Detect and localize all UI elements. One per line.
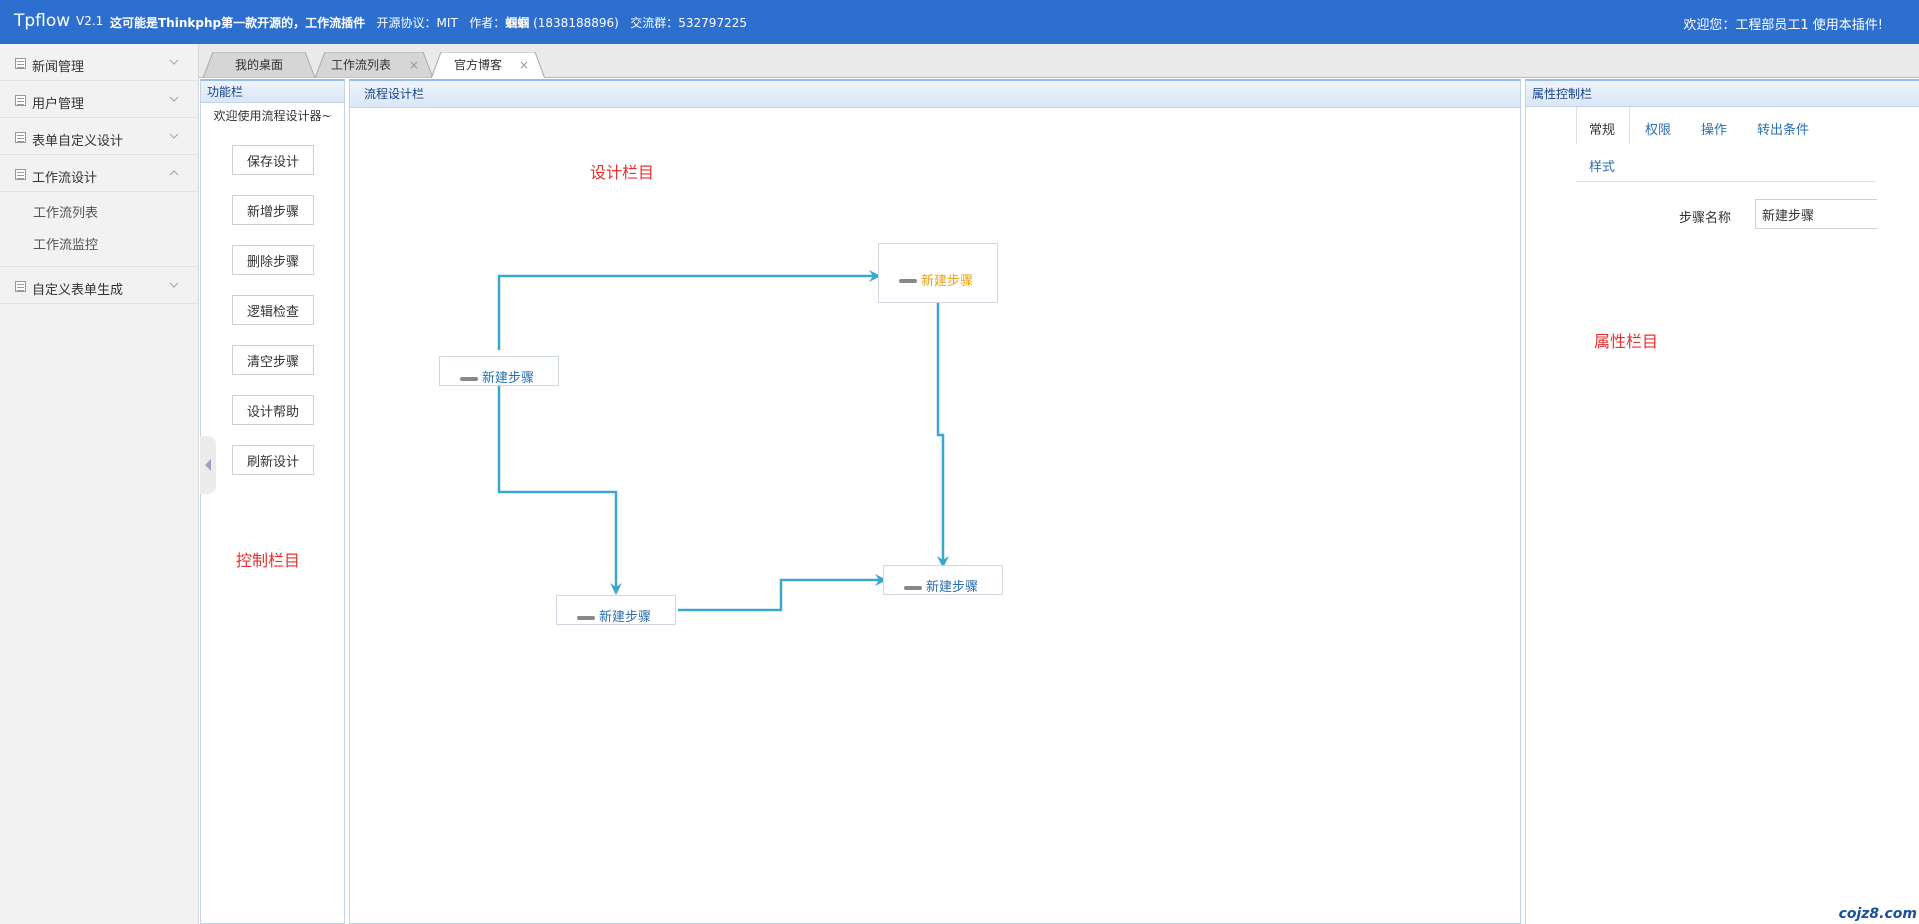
add-step-button[interactable]: 新增步骤 <box>232 195 314 225</box>
group-info: 交流群：532797225 <box>630 16 747 30</box>
chevron-down-icon <box>168 56 180 68</box>
tab-label: 工作流列表 <box>330 58 391 72</box>
workflow-step-selected[interactable]: 新建步骤 <box>878 243 998 303</box>
clear-steps-button[interactable]: 清空步骤 <box>232 345 314 375</box>
property-tabs: 常规 权限 操作 转出条件 样式 <box>1576 107 1876 182</box>
sidebar-item-workflow-design[interactable]: 工作流设计 <box>0 155 198 192</box>
refresh-design-button[interactable]: 刷新设计 <box>232 445 314 475</box>
property-panel-title: 属性控制栏 <box>1526 81 1919 107</box>
function-panel-title: 功能栏 <box>201 81 344 103</box>
sidebar-item-label: 工作流设计 <box>32 171 98 186</box>
chevron-down-icon <box>168 130 180 142</box>
close-icon[interactable]: × <box>519 52 529 78</box>
sidebar-item-users[interactable]: 用户管理 <box>0 81 198 118</box>
document-icon <box>15 132 26 143</box>
header-info: 这可能是Thinkphp第一款开源的，工作流插件 开源协议：MIT 作者：蝈蝈 … <box>110 14 747 31</box>
workflow-submenu: 工作流列表 工作流监控 <box>0 192 198 267</box>
tab-official-blog[interactable]: 官方博客 × <box>431 52 545 78</box>
connector-line <box>936 301 949 568</box>
sidebar-item-label: 用户管理 <box>32 97 85 112</box>
delete-step-button[interactable]: 删除步骤 <box>232 245 314 275</box>
close-icon[interactable]: × <box>409 52 419 78</box>
document-icon <box>15 95 26 106</box>
step-name-label: 步骤名称 <box>1679 211 1732 226</box>
sidebar-item-news[interactable]: 新闻管理 <box>0 44 198 81</box>
document-icon <box>15 281 26 292</box>
logic-check-button[interactable]: 逻辑检查 <box>232 295 314 325</box>
connector-line <box>678 574 887 612</box>
connector-layer <box>497 270 949 612</box>
sidebar: 新闻管理 用户管理 表单自定义设计 工作流设计 工作流列表 工作流监控 自定义表… <box>0 44 199 924</box>
function-panel: 功能栏 欢迎使用流程设计器~ 保存设计 新增步骤 删除步骤 逻辑检查 清空步骤 … <box>200 79 345 924</box>
chevron-up-icon <box>168 167 180 179</box>
document-icon <box>15 58 26 69</box>
tab-bar: 我的桌面 工作流列表 × 官方博客 × <box>199 44 1919 78</box>
step-handle-icon <box>904 586 922 590</box>
collapse-handle[interactable] <box>200 436 216 494</box>
step-handle-icon <box>577 616 595 620</box>
step-label: 新建步骤 <box>921 274 974 289</box>
tagline: 这可能是Thinkphp第一款开源的，工作流插件 <box>110 16 366 30</box>
tab-label: 官方博客 <box>453 58 502 72</box>
sidebar-item-form-design[interactable]: 表单自定义设计 <box>0 118 198 155</box>
workflow-step[interactable]: 新建步骤 <box>439 356 559 386</box>
property-panel: 属性控制栏 常规 权限 操作 转出条件 样式 步骤名称 属性栏目 <box>1525 79 1919 924</box>
tab-workflow-list[interactable]: 工作流列表 × <box>315 52 433 78</box>
author-name: 蝈蝈 <box>505 16 530 30</box>
chevron-down-icon <box>168 279 180 291</box>
license: 开源协议：MIT <box>376 16 458 30</box>
tab-operations[interactable]: 操作 <box>1701 119 1727 138</box>
step-label: 新建步骤 <box>482 371 535 386</box>
step-name-input[interactable] <box>1755 199 1877 229</box>
control-panel-note: 控制栏目 <box>236 551 301 570</box>
welcome-user: 欢迎您：工程部员工1 使用本插件! <box>1683 18 1883 33</box>
sidebar-item-label: 自定义表单生成 <box>32 283 124 298</box>
save-design-button[interactable]: 保存设计 <box>232 145 314 175</box>
app-version: V2.1 <box>76 14 104 28</box>
tab-label: 我的桌面 <box>234 58 283 72</box>
author-contact: (1838188896) <box>533 16 619 30</box>
sidebar-item-custom-form[interactable]: 自定义表单生成 <box>0 267 198 304</box>
connector-line <box>497 270 881 350</box>
design-panel: 流程设计栏 设计栏目 新建步骤 新建步骤 新建步骤 新建步骤 <box>349 79 1521 924</box>
tab-my-desktop[interactable]: 我的桌面 <box>203 52 315 78</box>
design-help-button[interactable]: 设计帮助 <box>232 395 314 425</box>
step-label: 新建步骤 <box>926 580 979 595</box>
workflow-step[interactable]: 新建步骤 <box>556 595 676 625</box>
tab-style[interactable]: 样式 <box>1589 156 1615 175</box>
tab-exit-conditions[interactable]: 转出条件 <box>1757 119 1809 138</box>
step-handle-icon <box>460 377 478 381</box>
design-panel-title: 流程设计栏 <box>350 81 1520 108</box>
sidebar-subitem-workflow-list[interactable]: 工作流列表 <box>0 198 198 230</box>
chevron-down-icon <box>168 93 180 105</box>
chevron-left-icon <box>205 459 211 471</box>
connector-line <box>497 380 622 595</box>
top-header: Tpflow V2.1 这可能是Thinkphp第一款开源的，工作流插件 开源协… <box>0 0 1919 44</box>
watermark: cojz8.com <box>1838 906 1917 922</box>
tab-permissions[interactable]: 权限 <box>1645 119 1671 138</box>
designer-welcome: 欢迎使用流程设计器~ <box>213 109 332 123</box>
tab-general[interactable]: 常规 <box>1589 119 1615 138</box>
design-panel-note: 设计栏目 <box>590 163 655 182</box>
author-label: 作者： <box>469 16 506 30</box>
design-canvas[interactable]: 设计栏目 新建步骤 新建步骤 新建步骤 新建步骤 <box>350 108 1520 924</box>
sidebar-item-label: 新闻管理 <box>32 60 85 75</box>
sidebar-item-label: 表单自定义设计 <box>32 134 124 149</box>
sidebar-subitem-workflow-monitor[interactable]: 工作流监控 <box>0 230 198 262</box>
property-panel-note: 属性栏目 <box>1594 332 1659 351</box>
workflow-step[interactable]: 新建步骤 <box>883 565 1003 595</box>
step-handle-icon <box>899 279 917 283</box>
step-label: 新建步骤 <box>599 610 652 625</box>
document-icon <box>15 169 26 180</box>
app-logo[interactable]: Tpflow <box>14 11 70 31</box>
